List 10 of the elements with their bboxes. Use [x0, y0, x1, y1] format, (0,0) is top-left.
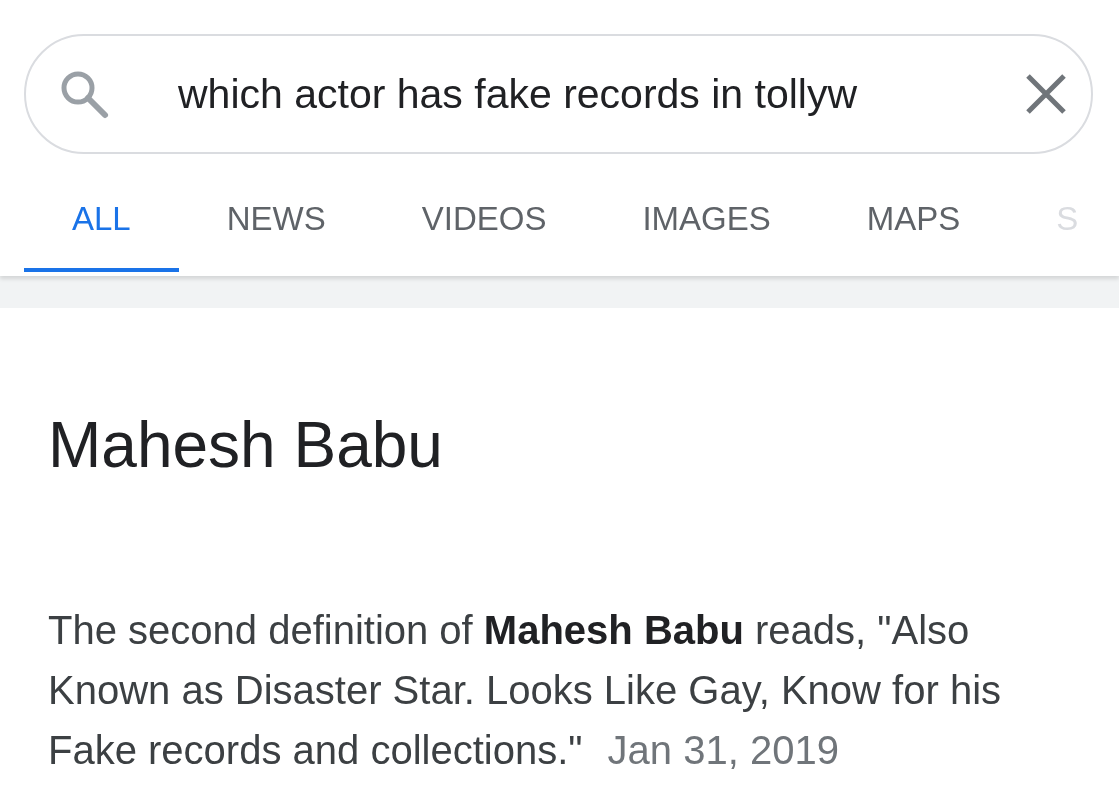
search-field[interactable]: which actor has fake records in tollyw: [24, 34, 1093, 154]
close-icon[interactable]: [1025, 73, 1067, 115]
tab[interactable]: VIDEOS: [373, 184, 595, 272]
tab[interactable]: ALL: [24, 184, 179, 272]
tab[interactable]: MAPS: [818, 184, 1009, 272]
result-title: Mahesh Babu: [48, 408, 444, 482]
tab[interactable]: NEWS: [178, 184, 374, 272]
result-snippet: The second definition of Mahesh Babu reads, "Also Known as Disaster Star. Looks Like Gay, Know for his Fake records and collections." Jan 31, 2019: [48, 607, 1003, 774]
search-query: which actor has fake records in tollyw: [178, 70, 859, 118]
tab[interactable]: IMAGES: [594, 184, 819, 272]
